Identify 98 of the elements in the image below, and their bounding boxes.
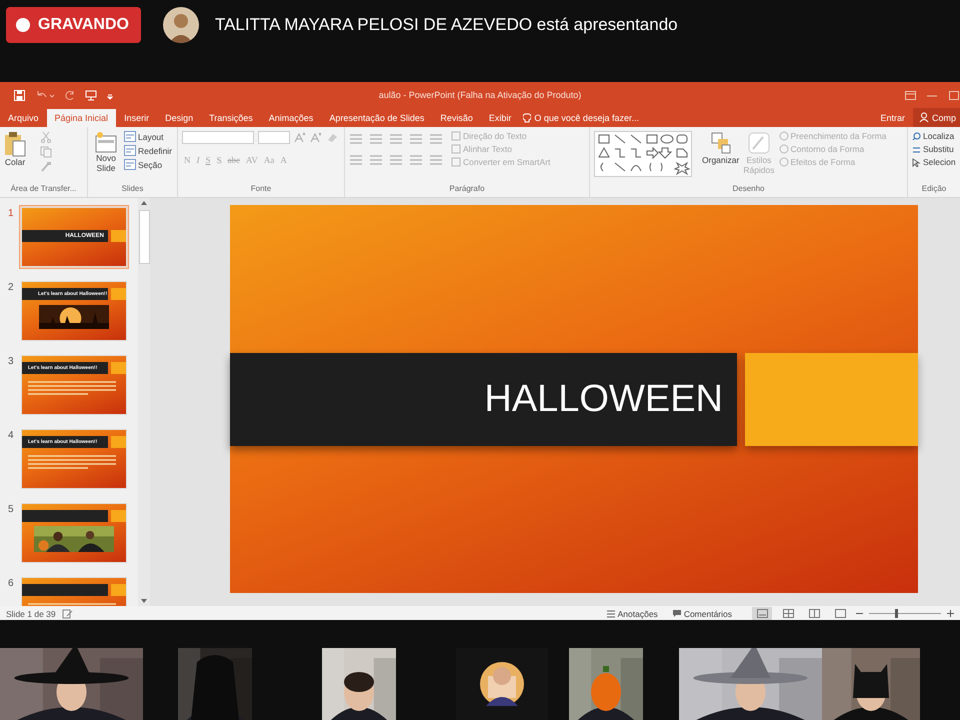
section-button[interactable]: Seção: [124, 159, 172, 170]
group-label: Área de Transfer...: [10, 184, 78, 195]
search-icon: [912, 132, 921, 140]
cursor-icon: [912, 158, 921, 166]
section-icon: [124, 159, 136, 170]
find-button[interactable]: Localiza: [912, 131, 956, 141]
slide-number: 6: [8, 578, 14, 591]
arrange-icon: [710, 131, 732, 155]
comments-button[interactable]: Comentários: [672, 608, 732, 618]
slide-title: HALLOWEEN: [484, 378, 723, 420]
ribbon-tab[interactable]: Animações: [260, 109, 322, 127]
ribbon-options-icon[interactable]: [905, 90, 916, 100]
decrease-indent-icon[interactable]: [389, 133, 403, 145]
grow-font-icon[interactable]: [294, 132, 306, 143]
slide-number: 1: [8, 208, 14, 221]
reset-icon: [124, 145, 136, 156]
tell-me-field[interactable]: O que você deseja fazer...: [523, 109, 639, 127]
ribbon-tab[interactable]: Exibir: [480, 109, 520, 127]
group-label: Parágrafo: [448, 184, 486, 195]
align-left-icon[interactable]: [349, 154, 363, 166]
clipboard-icon: [4, 131, 26, 157]
replace-button[interactable]: Substitu: [912, 144, 956, 154]
slide-sorter-icon: [782, 609, 794, 618]
zoom-thumb[interactable]: [894, 609, 898, 618]
font-size-field[interactable]: [258, 131, 290, 144]
replace-icon: [912, 144, 921, 154]
smartart-icon: [451, 157, 461, 167]
maximize-icon[interactable]: [948, 90, 960, 100]
ribbon-tab[interactable]: Inserir: [116, 109, 158, 127]
zoom-in-icon[interactable]: [947, 610, 954, 617]
bullet-list-icon[interactable]: [349, 133, 363, 145]
slide-number: 5: [8, 504, 14, 517]
group-label: Slides: [120, 184, 144, 195]
ribbon-tab[interactable]: Apresentação de Slides: [321, 109, 432, 127]
justify-icon[interactable]: [409, 154, 423, 166]
clear-format-icon[interactable]: [326, 132, 338, 143]
avatar: [162, 7, 199, 43]
window-title: aulão - PowerPoint (Falha na Ativação do Produto): [378, 90, 582, 100]
recording-button[interactable]: GRAVANDO: [6, 7, 141, 43]
slide-number: 2: [8, 282, 14, 295]
sign-in-link[interactable]: Entrar: [872, 109, 913, 127]
slide-thumbnail[interactable]: [19, 501, 129, 565]
shape-effects-icon: [778, 157, 789, 167]
cut-icon[interactable]: [40, 131, 52, 143]
align-text-icon: [451, 144, 461, 154]
reset-button[interactable]: Redefinir: [124, 145, 172, 156]
scrollbar[interactable]: [138, 198, 150, 606]
center-icon[interactable]: [369, 154, 383, 166]
ribbon-tab[interactable]: Página Inicial: [46, 109, 116, 127]
view-button[interactable]: [752, 607, 772, 620]
comment-icon: [672, 609, 682, 618]
group-label: Desenho: [731, 184, 766, 195]
undo-icon[interactable]: [35, 90, 55, 100]
save-icon[interactable]: [14, 90, 25, 100]
layout-button[interactable]: Layout: [124, 131, 172, 142]
redo-icon[interactable]: [65, 90, 75, 100]
layout-icon: [124, 131, 136, 142]
arrange-button[interactable]: Organizar: [702, 131, 740, 184]
slideshow-icon: [834, 609, 846, 618]
ribbon-tab[interactable]: Transições: [201, 109, 261, 127]
numbered-list-icon[interactable]: [369, 133, 383, 145]
paint-bucket-icon: [778, 131, 789, 141]
pencil-icon: [778, 144, 789, 154]
format-painter-icon[interactable]: [40, 161, 52, 173]
scroll-thumb[interactable]: [138, 210, 150, 264]
new-slide-icon: [95, 131, 117, 153]
presentation-icon[interactable]: [85, 90, 97, 100]
ribbon-tab[interactable]: Revisão: [432, 109, 481, 127]
shape-gallery[interactable]: [594, 131, 692, 177]
slide-number: 4: [8, 430, 14, 443]
line-spacing-icon[interactable]: [429, 133, 443, 145]
align-right-icon[interactable]: [389, 154, 403, 166]
new-slide-button[interactable]: Novo Slide: [92, 131, 120, 184]
slide-number: 3: [8, 356, 14, 369]
presenter-status: TALITTA MAYARA PELOSI DE AZEVEDO está apresentando: [214, 15, 678, 35]
copy-icon[interactable]: [40, 146, 52, 158]
ribbon-tab[interactable]: Design: [157, 109, 202, 127]
paste-button[interactable]: Colar: [4, 131, 26, 184]
share-button[interactable]: Comp: [912, 108, 960, 127]
slide-counter: Slide 1 de 39: [6, 608, 56, 618]
select-button[interactable]: Selecion: [912, 157, 956, 167]
zoom-out-icon[interactable]: [856, 610, 863, 617]
group-label: Edição: [920, 184, 948, 195]
ribbon-tab[interactable]: Arquivo: [0, 109, 47, 127]
reading-view-icon: [808, 609, 820, 618]
font-name-field[interactable]: [182, 131, 254, 144]
notes-button[interactable]: Anotações: [606, 608, 658, 618]
text-direction-icon: [451, 131, 461, 141]
shrink-font-icon[interactable]: [310, 132, 322, 143]
lightbulb-icon: [523, 112, 532, 124]
columns-icon[interactable]: [429, 154, 443, 166]
normal-view-icon: [756, 609, 768, 618]
person-icon: [918, 112, 929, 123]
increase-indent-icon[interactable]: [409, 133, 423, 145]
quick-styles-icon: [746, 131, 771, 155]
notes-icon: [606, 609, 616, 618]
spell-check-icon[interactable]: [62, 608, 73, 618]
group-label: Fonte: [250, 184, 272, 195]
